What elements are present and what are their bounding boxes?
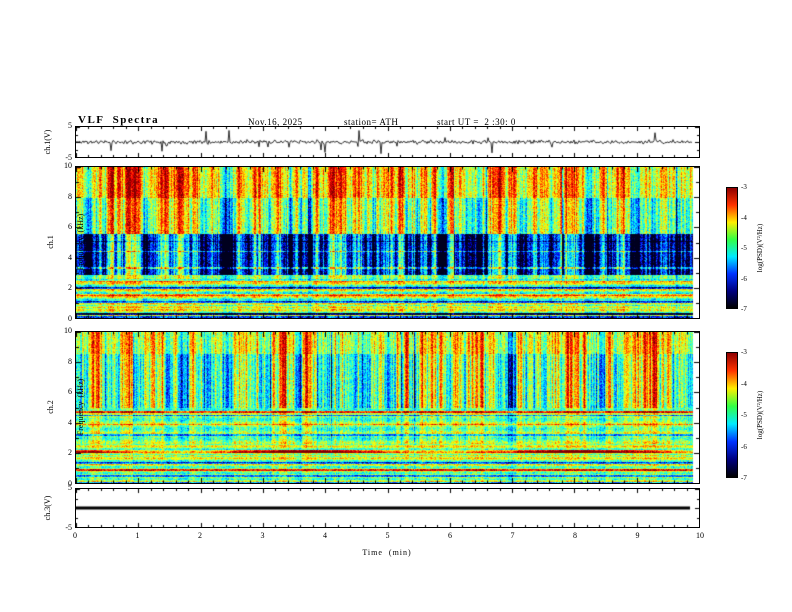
ch2-colorbar-tick-label: -7 <box>741 474 747 482</box>
x-tick-label: 2 <box>198 531 202 540</box>
ch2-frequency-axis-label: ch.2 Frequency (kHz) <box>26 342 85 472</box>
x-tick-label: 7 <box>510 531 515 540</box>
ch2-freq-tick-label: 8 <box>68 356 72 366</box>
ch2-frequency-axis-line2: Frequency (kHz) <box>76 378 85 436</box>
ch1-freq-tick-label: 2 <box>68 283 72 293</box>
ch1-colorbar-tick-label: -3 <box>741 183 747 191</box>
ch1-colorbar-tick-label: -6 <box>741 274 747 283</box>
ch2-colorbar-tick-label: -5 <box>741 411 747 419</box>
ch1-frequency-axis-label: ch.1 Frequency (kHz) <box>26 177 85 307</box>
x-tick-label: 8 <box>573 531 577 540</box>
ch1-freq-tick-label: 10 <box>64 161 72 170</box>
ch1-freq-tick-label: 0 <box>68 314 72 323</box>
ch2-freq-tick-label: 10 <box>64 326 72 335</box>
ch2-freq-tick-label: 2 <box>68 448 72 458</box>
ch1v-tick-label: 5 <box>68 121 72 130</box>
ch1-freq-tick-label: 8 <box>68 191 72 201</box>
ch2-colorbar <box>726 352 738 478</box>
ch1-spectrogram-panel <box>75 166 700 319</box>
ch1-freq-tick-label: 6 <box>68 222 72 232</box>
ch1-voltage-panel <box>75 126 700 158</box>
ch2-freq-tick-label: 4 <box>68 417 72 427</box>
ch3v-tick-label: 5 <box>68 483 72 492</box>
ch2-freq-tick-label: 6 <box>68 387 72 397</box>
ch2-spectrogram-panel <box>75 331 700 484</box>
ch2-spectrogram-canvas <box>76 332 699 483</box>
x-tick-label: 6 <box>448 531 452 540</box>
ch3v-tick-label: -5 <box>65 523 72 532</box>
x-tick-label: 3 <box>260 531 265 540</box>
x-tick-label: 10 <box>696 531 704 540</box>
figure-title: VLF Spectra <box>78 114 160 126</box>
ch1-colorbar-tick-label: -5 <box>741 244 747 252</box>
x-tick-label: 1 <box>135 531 140 540</box>
ch1-frequency-axis-line2: Frequency (kHz) <box>76 213 85 271</box>
ch2-colorbar-tick-label: -3 <box>741 348 747 356</box>
ch1v-tick-label: -5 <box>65 153 72 162</box>
x-tick-label: 0 <box>73 531 77 540</box>
ch1-spectrogram-canvas <box>76 167 699 318</box>
x-axis-title: Time (min) <box>362 548 412 557</box>
ch1-voltage-canvas <box>76 127 699 157</box>
x-tick-label: 9 <box>635 531 640 540</box>
ch2-colorbar-tick-label: -6 <box>741 442 747 451</box>
ch1-colorbar <box>726 187 738 309</box>
vlf-spectra-figure: VLF Spectra Nov.16, 2025 station= ATH st… <box>0 0 792 612</box>
ch3-voltage-panel <box>75 488 700 528</box>
x-tick-label: 4 <box>323 531 327 540</box>
ch1-colorbar-tick-label: -4 <box>741 213 747 222</box>
x-tick-label: 5 <box>385 531 390 540</box>
ch2-colorbar-tick-label: -4 <box>741 379 747 388</box>
ch1-freq-tick-label: 4 <box>68 252 72 262</box>
ch1-colorbar-tick-label: -7 <box>741 305 747 313</box>
ch3-voltage-canvas <box>76 489 699 527</box>
